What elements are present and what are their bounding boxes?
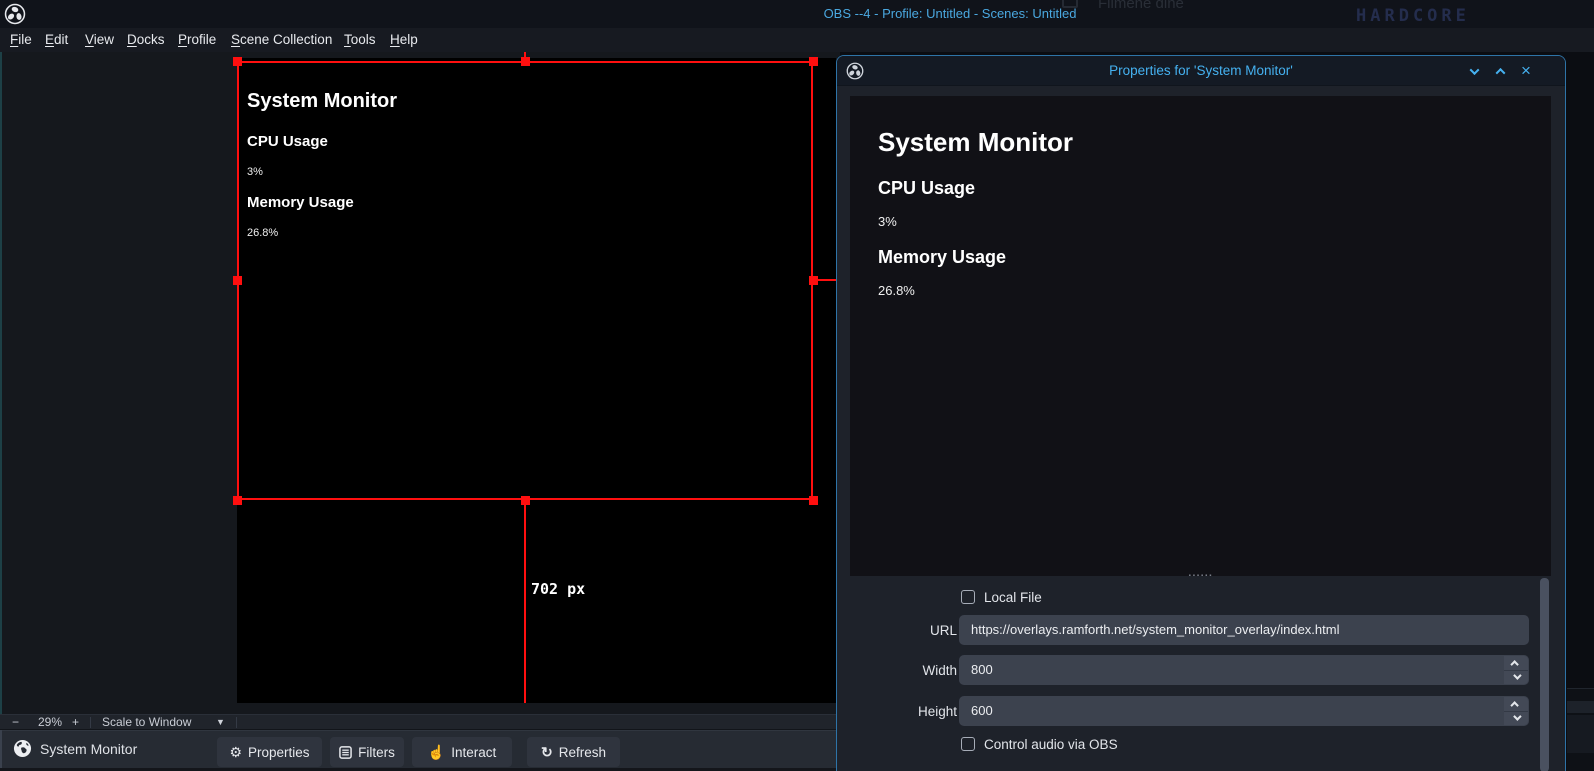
width-spin-down-button[interactable] — [1504, 671, 1528, 685]
interact-hand-icon: ☝ — [428, 745, 445, 759]
menu-edit[interactable]: Edit — [45, 32, 68, 49]
preview-overlay-title: System Monitor — [878, 127, 1073, 158]
width-input[interactable]: 800 — [959, 655, 1529, 685]
local-file-label: Local File — [984, 590, 1042, 605]
width-label: Width — [877, 663, 957, 678]
window-titlebar: Filmene dine HARDCORE OBS --4 - Profile:… — [0, 0, 1594, 28]
zoom-in-button[interactable]: + — [72, 716, 79, 729]
menu-help[interactable]: Help — [390, 32, 418, 49]
filters-button[interactable]: Filters — [330, 737, 404, 767]
ghost-stripe — [1567, 701, 1594, 713]
menu-view[interactable]: View — [85, 32, 114, 49]
selection-handle-mid-left[interactable] — [233, 276, 242, 285]
preview-overlay-cpu-label: CPU Usage — [878, 178, 975, 199]
pane-left-border — [0, 52, 2, 715]
url-label: URL — [877, 623, 957, 638]
dialog-source-preview: System Monitor CPU Usage 3% Memory Usage… — [850, 96, 1551, 576]
width-spin-up-button[interactable] — [1504, 656, 1528, 671]
selection-handle-bottom-center[interactable] — [521, 496, 530, 505]
control-audio-label: Control audio via OBS — [984, 737, 1118, 752]
preview-overlay-mem-value: 26.8% — [878, 283, 915, 298]
dialog-title: Properties for 'System Monitor' — [937, 63, 1465, 78]
control-audio-checkbox[interactable] — [961, 737, 975, 751]
browser-source-icon — [13, 739, 32, 763]
interact-button[interactable]: ☝ Interact — [412, 737, 512, 767]
ghost-stripe — [1567, 715, 1594, 753]
chevron-up-icon — [1510, 701, 1518, 709]
selected-source-name[interactable]: System Monitor — [40, 737, 137, 761]
selection-handle-mid-right[interactable] — [809, 276, 818, 285]
selection-handle-top-right[interactable] — [809, 57, 818, 66]
background-ghost-panel — [1567, 688, 1594, 771]
chevron-down-icon — [1469, 65, 1479, 75]
dialog-titlebar[interactable]: Properties for 'System Monitor' × — [837, 56, 1565, 86]
source-selection-rect[interactable] — [237, 61, 813, 500]
refresh-icon: ↻ — [541, 745, 553, 759]
window-title: OBS --4 - Profile: Untitled - Scenes: Un… — [600, 6, 1300, 21]
measure-label: 702 px — [531, 580, 585, 598]
scale-mode-dropdown-icon[interactable]: ▼ — [216, 716, 225, 729]
menu-scene-collection[interactable]: Scene Collection — [231, 32, 332, 49]
selection-handle-bottom-right[interactable] — [809, 496, 818, 505]
selection-handle-bottom-left[interactable] — [233, 496, 242, 505]
dialog-obs-logo-icon — [846, 62, 864, 80]
preview-overlay-cpu-value: 3% — [878, 214, 897, 229]
properties-dialog: Properties for 'System Monitor' × System… — [836, 55, 1566, 771]
height-spinner — [1504, 697, 1528, 725]
menu-docks[interactable]: Docks — [127, 32, 165, 49]
zoom-out-button[interactable]: − — [12, 716, 19, 729]
ghost-text-brand: HARDCORE — [1356, 6, 1470, 26]
preview-overlay-mem-label: Memory Usage — [878, 247, 1006, 268]
dialog-dock-down-button[interactable] — [1465, 63, 1483, 79]
toolbar-left-border — [0, 730, 2, 771]
properties-button[interactable]: ⚙ Properties — [217, 737, 322, 767]
selection-handle-top-center[interactable] — [521, 57, 530, 66]
close-icon: × — [1521, 63, 1531, 79]
dialog-close-button[interactable]: × — [1517, 63, 1535, 79]
obs-logo-icon — [4, 3, 26, 25]
height-spin-up-button[interactable] — [1504, 697, 1528, 712]
dialog-splitter-handle[interactable]: ▪▪▪▪▪▪ — [837, 570, 1565, 582]
filter-icon — [339, 746, 352, 759]
dialog-scrollbar[interactable] — [1540, 578, 1549, 771]
chevron-down-icon — [1513, 672, 1521, 680]
gear-icon: ⚙ — [229, 745, 242, 759]
height-label: Height — [877, 704, 957, 719]
chevron-up-icon — [1510, 660, 1518, 668]
chevron-up-icon — [1495, 67, 1505, 77]
zoom-level-value: 29% — [38, 716, 62, 729]
height-input[interactable]: 600 — [959, 696, 1529, 726]
zoom-bar-separator — [90, 717, 91, 728]
zoom-bar-separator-2 — [236, 717, 237, 728]
menu-tools[interactable]: Tools — [344, 32, 376, 49]
height-spin-down-button[interactable] — [1504, 712, 1528, 726]
local-file-checkbox[interactable] — [961, 590, 975, 604]
scale-mode-label[interactable]: Scale to Window — [102, 716, 191, 729]
menu-file[interactable]: File — [10, 32, 32, 49]
menu-bar: File Edit View Docks Profile Scene Colle… — [0, 28, 1594, 52]
dialog-dock-up-button[interactable] — [1491, 63, 1509, 79]
selection-handle-top-left[interactable] — [233, 57, 242, 66]
chevron-down-icon — [1513, 713, 1521, 721]
bottom-measure-guide-line — [524, 500, 526, 703]
menu-profile[interactable]: Profile — [178, 32, 216, 49]
url-input[interactable]: https://overlays.ramforth.net/system_mon… — [959, 615, 1529, 645]
refresh-button[interactable]: ↻ Refresh — [527, 737, 620, 767]
zoom-bar: − 29% + Scale to Window ▼ — [0, 714, 840, 730]
width-spinner — [1504, 656, 1528, 684]
